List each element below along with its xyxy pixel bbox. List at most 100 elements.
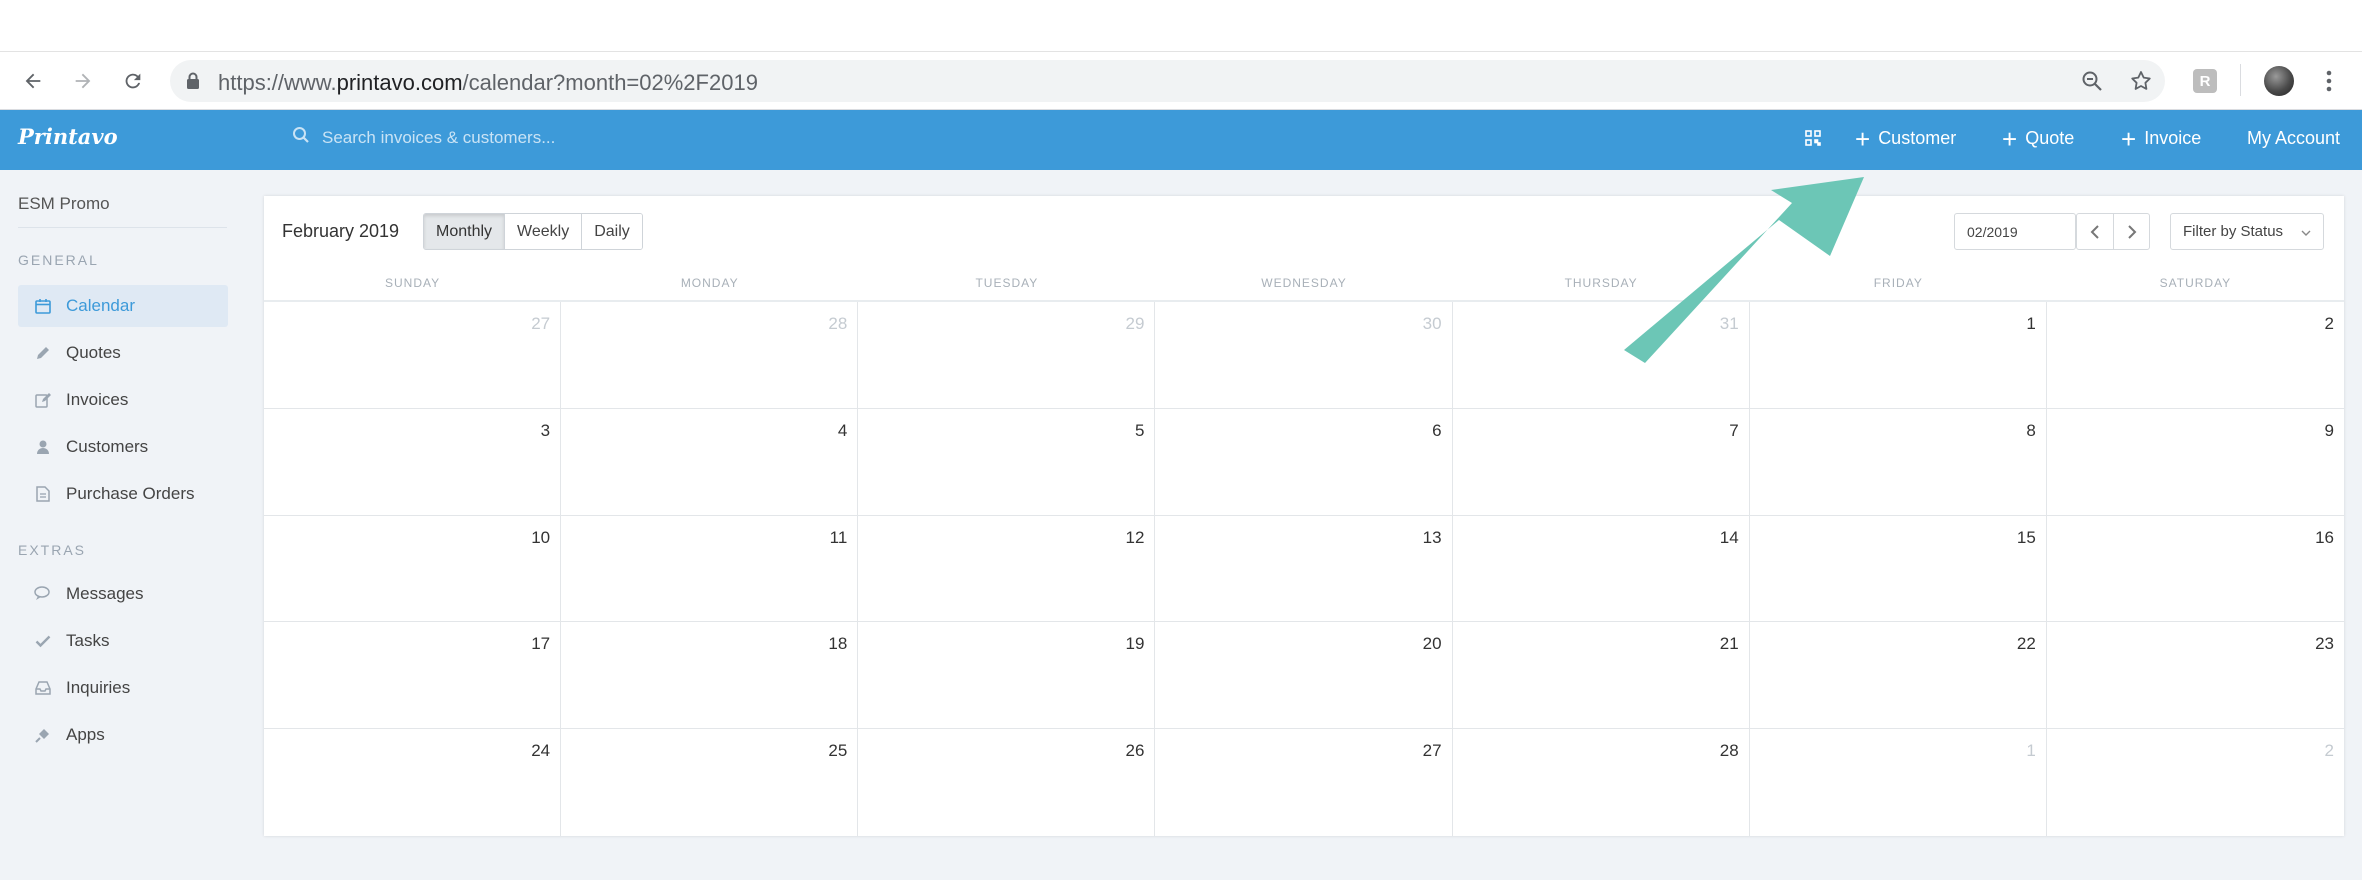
day-cell[interactable]: 22 (1749, 622, 2047, 730)
new-customer-button[interactable]: + Customer (1855, 123, 1956, 154)
sidebar-item-calendar[interactable]: Calendar (18, 285, 228, 327)
day-cell[interactable]: 10 (264, 515, 562, 623)
day-number: 1 (2026, 741, 2036, 761)
day-cell[interactable]: 23 (2046, 622, 2344, 730)
plus-icon: + (1855, 123, 1871, 154)
sidebar-item-purchase-orders[interactable]: Purchase Orders (18, 473, 228, 515)
day-cell[interactable]: 31 (1452, 302, 1750, 409)
day-cell[interactable]: 12 (858, 515, 1156, 623)
day-cell[interactable]: 20 (1155, 622, 1453, 730)
chevron-left-icon[interactable] (2077, 214, 2113, 249)
day-cell[interactable]: 27 (264, 302, 562, 409)
day-cell[interactable]: 28 (561, 302, 859, 409)
sidebar-item-apps[interactable]: Apps (18, 714, 228, 756)
view-daily-button[interactable]: Daily (582, 214, 642, 249)
day-cell[interactable]: 2 (2046, 302, 2344, 409)
day-cell[interactable]: 8 (1749, 408, 2047, 516)
plus-icon: + (2002, 123, 2018, 154)
month-grid: 27 28 29 30 31 1 2 3 4 5 6 7 8 9 10 11 1… (264, 302, 2344, 836)
day-number: 17 (531, 634, 551, 654)
qr-code-icon[interactable] (1805, 130, 1821, 146)
sidebar-item-invoices[interactable]: Invoices (18, 379, 228, 421)
day-cell[interactable]: 15 (1749, 515, 2047, 623)
view-monthly-button[interactable]: Monthly (424, 214, 506, 249)
day-cell[interactable]: 30 (1155, 302, 1453, 409)
day-cell[interactable]: 18 (561, 622, 859, 730)
search-icon (292, 126, 310, 149)
printavo-logo[interactable]: Printavo (18, 124, 118, 149)
address-bar[interactable]: https://www.printavo.com/calendar?month=… (170, 60, 2165, 102)
forward-icon[interactable] (68, 66, 98, 96)
day-cell[interactable]: 27 (1155, 729, 1453, 836)
weekday-label: TUESDAY (975, 276, 1039, 290)
day-cell[interactable]: 13 (1155, 515, 1453, 623)
weekday-label: SATURDAY (2159, 276, 2232, 290)
section-title-general: GENERAL (18, 252, 99, 268)
calendar-icon (34, 297, 52, 315)
day-number: 25 (828, 741, 848, 761)
sidebar-item-tasks[interactable]: Tasks (18, 620, 228, 662)
filter-by-status-dropdown[interactable]: Filter by Status (2170, 213, 2324, 250)
sidebar-item-messages[interactable]: Messages (18, 573, 228, 615)
bookmark-star-icon[interactable] (2126, 66, 2156, 96)
chevron-right-icon[interactable] (2113, 214, 2149, 249)
my-account-link[interactable]: My Account (2247, 128, 2340, 149)
sidebar-item-customers[interactable]: Customers (18, 426, 228, 468)
day-number: 5 (1134, 420, 1145, 440)
day-number: 27 (531, 314, 551, 333)
day-cell[interactable]: 3 (264, 408, 562, 516)
day-cell[interactable]: 21 (1452, 622, 1750, 730)
day-cell[interactable]: 1 (1749, 302, 2047, 409)
extension-icon[interactable]: R (2190, 66, 2220, 96)
day-cell[interactable]: 6 (1155, 408, 1453, 516)
browser-tab-strip (0, 0, 2362, 52)
new-invoice-button[interactable]: + Invoice (2121, 123, 2201, 154)
new-quote-button[interactable]: + Quote (2002, 123, 2074, 154)
day-cell[interactable]: 14 (1452, 515, 1750, 623)
view-weekly-button[interactable]: Weekly (505, 214, 583, 249)
day-cell[interactable]: 17 (264, 622, 562, 730)
day-number: 24 (531, 741, 551, 761)
search-input[interactable] (322, 127, 742, 148)
day-cell[interactable]: 19 (858, 622, 1156, 730)
zoom-icon[interactable] (2077, 66, 2107, 96)
day-cell[interactable]: 24 (264, 729, 562, 836)
plus-icon: + (2121, 123, 2137, 154)
day-cell[interactable]: 1 (1750, 729, 2047, 836)
day-number: 14 (1719, 527, 1739, 547)
chevron-down-icon (2301, 225, 2311, 242)
reload-icon[interactable] (118, 66, 148, 96)
extension-letter: R (2193, 69, 2217, 93)
day-number: 31 (1719, 314, 1739, 333)
profile-avatar[interactable] (2264, 66, 2294, 96)
day-number: 4 (837, 420, 848, 440)
divider (18, 227, 227, 228)
day-cell[interactable]: 5 (858, 408, 1156, 516)
weekday-label: FRIDAY (1873, 276, 1923, 290)
view-toggle: Monthly Weekly Daily (423, 213, 643, 250)
sidebar-item-quotes[interactable]: Quotes (18, 332, 228, 374)
day-cell[interactable]: 29 (858, 302, 1156, 409)
month-date-input[interactable] (1954, 213, 2076, 250)
day-cell[interactable]: 7 (1452, 408, 1750, 516)
day-number: 19 (1125, 634, 1145, 654)
weekday-label: THURSDAY (1564, 276, 1638, 290)
day-cell[interactable]: 2 (2047, 729, 2344, 836)
day-cell[interactable]: 28 (1453, 729, 1750, 836)
calendar-panel: February 2019 Monthly Weekly Daily Filte… (264, 196, 2344, 836)
day-cell[interactable]: 16 (2046, 516, 2344, 623)
day-cell[interactable]: 26 (858, 729, 1156, 836)
day-cell[interactable]: 25 (561, 729, 859, 836)
day-number: 15 (2016, 527, 2036, 547)
day-cell[interactable]: 4 (561, 408, 859, 516)
more-vert-icon[interactable] (2314, 66, 2344, 96)
day-number: 7 (1729, 420, 1739, 440)
day-cell[interactable]: 9 (2046, 409, 2344, 516)
sidebar-item-inquiries[interactable]: Inquiries (18, 667, 228, 709)
edit-icon (34, 391, 52, 409)
back-icon[interactable] (18, 66, 48, 96)
section-title-extras: EXTRAS (18, 542, 87, 558)
toolbar-divider (2240, 64, 2241, 96)
day-number: 21 (1719, 634, 1739, 654)
day-cell[interactable]: 11 (561, 515, 859, 623)
